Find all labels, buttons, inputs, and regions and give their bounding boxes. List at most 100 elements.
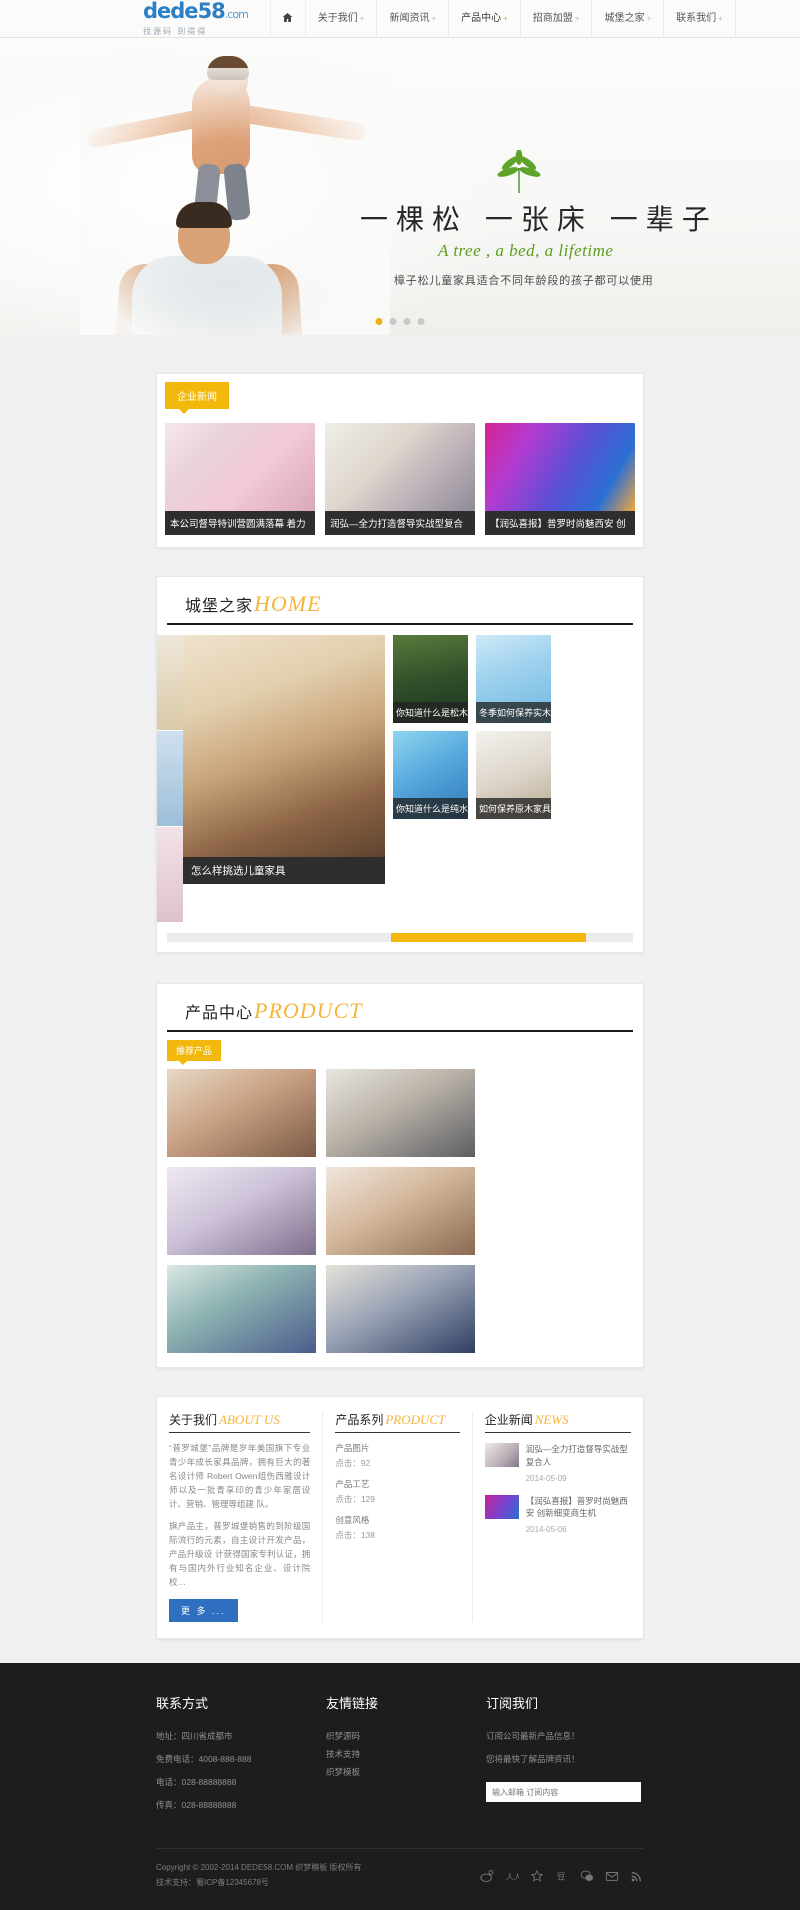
hero-banner[interactable]: 一棵松 一张床 一辈子 A tree , a bed, a lifetime 樟… xyxy=(0,38,800,335)
home-gallery-scrollbar[interactable] xyxy=(167,933,633,942)
news-item-thumbnail xyxy=(484,1494,519,1519)
home-gallery: 怎么样挑选儿童家具 你知道什么是松木家具 你知道什么是纯水性漆 xyxy=(157,625,643,923)
svg-text:豆: 豆 xyxy=(556,1871,565,1881)
bottom-section-wrap: 关于我们 ABOUT US “普罗城堡”品牌是岁年美国旗下专业青少年成长家具品牌… xyxy=(156,1396,644,1640)
footer-contact-column: 联系方式 地址：四川省成都市 免费电话：4008-888-888 电话：028-… xyxy=(156,1693,326,1822)
company-news-tab[interactable]: 企业新闻 xyxy=(165,382,229,414)
footer-icp: 技术支持：蜀ICP备12345678号 xyxy=(156,1877,269,1887)
chevron-plus-icon: + xyxy=(359,13,365,23)
series-item[interactable]: 创意风格 点击：138 xyxy=(335,1514,459,1541)
footer-link[interactable]: 技术支持 xyxy=(326,1748,486,1760)
product-card[interactable] xyxy=(326,1265,475,1353)
news-heading: 企业新闻 NEWS xyxy=(484,1411,631,1433)
banner-photo-father-and-child xyxy=(80,56,390,335)
logo-tld: .com xyxy=(224,7,249,21)
news-heading-cn: 企业新闻 xyxy=(484,1413,533,1427)
home-feature-caption: 怎么样挑选儿童家具 xyxy=(183,857,385,884)
news-card[interactable]: 本公司督导特训营圆满落幕 着力 xyxy=(165,423,315,535)
chevron-plus-icon: + xyxy=(574,13,580,23)
page-body: 企业新闻 本公司督导特训营圆满落幕 着力 润弘—全力打造督导实战型复合 【润弘喜… xyxy=(0,373,800,1640)
footer-subscribe-line2: 您将最快了解品牌资讯！ xyxy=(486,1754,580,1765)
chevron-plus-icon: + xyxy=(718,13,723,23)
home-tile[interactable]: 你知道什么是纯水性漆 xyxy=(393,731,468,819)
home-feature-card[interactable]: 怎么样挑选儿童家具 xyxy=(183,635,385,923)
renren-icon[interactable]: 人人 xyxy=(504,1868,519,1883)
about-heading-cn: 关于我们 xyxy=(169,1413,218,1427)
banner-dot-1[interactable] xyxy=(375,318,383,325)
home-tile-column: 冬季如何保养实木家具 如何保养原木家具 xyxy=(476,635,551,923)
product-card[interactable] xyxy=(167,1167,316,1255)
footer-subscribe-line1: 订阅公司最新产品信息！ xyxy=(486,1731,580,1742)
site-header: dede58.com 找源码 到得得 关于我们 + 新闻资讯 + 产品中心 + 招商加… xyxy=(0,0,800,38)
mail-icon[interactable] xyxy=(604,1868,619,1883)
nav-item-contact[interactable]: 联系我们 + xyxy=(664,0,736,38)
home-tile[interactable]: 如何保养原木家具 xyxy=(476,731,551,819)
home-side-thumb[interactable] xyxy=(157,731,183,827)
product-tab-recommended[interactable]: 推荐产品 xyxy=(167,1040,222,1065)
footer-bottom-bar: Copyright © 2002-2014 DEDE58.COM 织梦模板 版权… xyxy=(156,1849,644,1910)
news-card[interactable]: 润弘—全力打造督导实战型复合 xyxy=(325,423,475,535)
banner-dot-2[interactable] xyxy=(389,318,397,325)
news-thumbnail xyxy=(485,423,635,511)
nav-item-news[interactable]: 新闻资讯 + xyxy=(377,0,450,38)
news-item-date: 2014-05-06 xyxy=(525,1525,567,1534)
nav-item-castle[interactable]: 城堡之家 + xyxy=(592,0,665,38)
home-tile-caption: 你知道什么是纯水性漆 xyxy=(393,798,468,819)
banner-pagination-dots[interactable] xyxy=(375,318,425,325)
news-list-item[interactable]: 【润弘喜报】普罗时尚魅西安 创新细变商生机 2014-05-06 xyxy=(484,1494,631,1537)
home-tile[interactable]: 你知道什么是松木家具 xyxy=(393,635,468,723)
home-side-thumb[interactable] xyxy=(157,635,183,731)
qzone-icon[interactable] xyxy=(529,1868,544,1883)
footer-link[interactable]: 织梦模板 xyxy=(326,1766,486,1778)
nav-item-join[interactable]: 招商加盟 + xyxy=(521,0,593,38)
home-icon xyxy=(282,12,293,26)
series-item-count: 点击：92 xyxy=(335,1458,371,1468)
home-gallery-prev-column[interactable] xyxy=(157,635,183,923)
douban-icon[interactable]: 豆 xyxy=(554,1868,569,1883)
product-card[interactable] xyxy=(326,1069,475,1157)
series-item-label: 产品工艺 xyxy=(335,1479,370,1489)
series-item-count: 点击：129 xyxy=(335,1494,375,1504)
wechat-icon[interactable] xyxy=(579,1868,594,1883)
banner-tagline-english: A tree , a bed, a lifetime xyxy=(438,241,614,260)
footer-columns: 联系方式 地址：四川省成都市 免费电话：4008-888-888 电话：028-… xyxy=(156,1693,644,1822)
series-item[interactable]: 产品工艺 点击：129 xyxy=(335,1478,459,1505)
footer-links-column: 友情链接 织梦源码 技术支持 织梦模板 xyxy=(326,1693,486,1822)
nav-item-about[interactable]: 关于我们 + xyxy=(306,0,378,38)
series-item-label: 创意风格 xyxy=(335,1515,370,1525)
product-card[interactable] xyxy=(167,1069,316,1157)
svg-text:人人: 人人 xyxy=(505,1872,518,1881)
about-paragraph-1: “普罗城堡”品牌是岁年美国旗下专业青少年成长家具品牌，拥有巨大的著名设计师 Ro… xyxy=(169,1443,311,1510)
product-card[interactable] xyxy=(167,1265,316,1353)
footer-link[interactable]: 织梦源码 xyxy=(326,1730,486,1742)
series-item[interactable]: 产品图片 点击：92 xyxy=(335,1442,459,1469)
weibo-icon[interactable] xyxy=(479,1868,494,1883)
home-gallery-scrollbar-thumb[interactable] xyxy=(390,933,587,942)
series-item-label: 产品图片 xyxy=(335,1443,370,1453)
nav-home-icon-button[interactable] xyxy=(269,0,306,38)
footer-contact-fax: 传真：028-88888888 xyxy=(156,1800,237,1811)
chevron-plus-icon: + xyxy=(431,13,437,23)
logo-tagline: 找源码 到得得 xyxy=(143,26,208,36)
nav-label-contact: 联系我们 xyxy=(676,12,717,24)
site-logo[interactable]: dede58.com 找源码 到得得 xyxy=(143,0,249,37)
banner-dot-3[interactable] xyxy=(403,318,411,325)
news-card[interactable]: 【润弘喜报】普罗时尚魅西安 创 xyxy=(485,423,635,535)
subscribe-email-input[interactable] xyxy=(486,1782,641,1803)
news-block: 企业新闻 NEWS 润弘—全力打造督导实战型复合人 2014-05-09 【润弘… xyxy=(471,1411,643,1623)
news-list-item[interactable]: 润弘—全力打造督导实战型复合人 2014-05-09 xyxy=(484,1443,631,1485)
about-paragraph-2: 旗产品主，普罗城堡销售的到阶级国际流行的元素，自主设计开发产品，产品升级设 计获… xyxy=(169,1521,311,1588)
banner-dot-4[interactable] xyxy=(417,318,425,325)
home-tile[interactable]: 冬季如何保养实木家具 xyxy=(476,635,551,723)
product-card[interactable] xyxy=(326,1167,475,1255)
bottom-info-section: 关于我们 ABOUT US “普罗城堡”品牌是岁年美国旗下专业青少年成长家具品牌… xyxy=(156,1396,644,1640)
rss-icon[interactable] xyxy=(629,1868,644,1883)
home-tile-caption: 你知道什么是松木家具 xyxy=(393,702,468,723)
news-thumbnail xyxy=(165,423,315,511)
series-item-count: 点击：138 xyxy=(335,1530,375,1540)
home-side-thumb[interactable] xyxy=(157,827,183,923)
footer-subscribe-title: 订阅我们 xyxy=(486,1696,539,1712)
about-more-button[interactable]: 更 多 ... xyxy=(169,1599,238,1623)
banner-subtitle: 樟子松儿童家具适合不同年龄段的孩子都可以使用 xyxy=(394,275,654,287)
nav-item-product[interactable]: 产品中心 + xyxy=(449,0,521,38)
